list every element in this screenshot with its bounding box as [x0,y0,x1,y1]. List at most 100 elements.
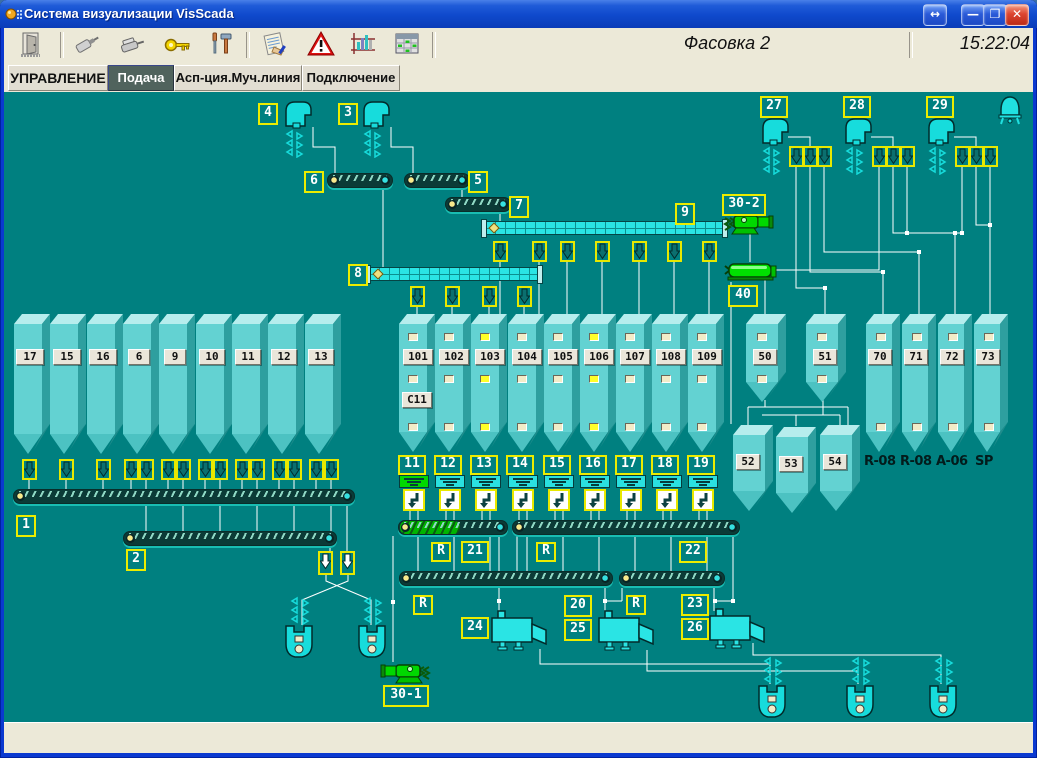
belt-conveyor[interactable] [13,489,355,504]
feeder-indicator[interactable] [544,475,574,488]
tag-label-R[interactable]: R [536,542,556,562]
slide-valve-arrow-icon[interactable] [560,241,575,262]
diverter-switch-icon[interactable] [584,489,606,511]
slide-valve-arrow-icon[interactable] [969,146,984,167]
slide-valve-arrow-icon[interactable] [272,459,287,480]
tag-label-1[interactable]: 1 [16,515,36,537]
slide-valve-arrow-icon[interactable] [96,459,111,480]
packing-machine[interactable] [490,608,550,654]
filter-unit[interactable] [761,117,791,176]
slide-valve-arrow-icon[interactable] [287,459,302,480]
diverter-switch-icon[interactable] [692,489,714,511]
tag-label-14[interactable]: 14 [506,455,534,475]
diverter-switch-icon[interactable] [512,489,534,511]
feeder-indicator[interactable] [688,475,718,488]
slide-valve-arrow-icon[interactable] [250,459,265,480]
tag-label-25[interactable]: 25 [564,619,592,641]
tag-label-30-1[interactable]: 30-1 [383,685,429,707]
slide-valve-arrow-icon[interactable] [789,146,804,167]
slide-valve-arrow-icon[interactable] [702,241,717,262]
filter-unit[interactable] [362,100,392,159]
tag-label-15[interactable]: 15 [543,455,571,475]
slide-valve-arrow-icon[interactable] [445,286,460,307]
belt-conveyor[interactable] [327,173,393,188]
diverter-switch-icon[interactable] [656,489,678,511]
belt-conveyor[interactable] [123,531,337,546]
feeder-indicator[interactable] [580,475,610,488]
feeder-indicator[interactable] [471,475,501,488]
tag-label-R[interactable]: R [626,595,646,615]
slide-valve-arrow-icon[interactable] [900,146,915,167]
belt-conveyor[interactable] [445,197,511,212]
cyclone-separator[interactable] [756,656,790,722]
tag-label-4[interactable]: 4 [258,103,278,125]
belt-conveyor[interactable] [619,571,725,586]
feeder-indicator[interactable] [616,475,646,488]
slide-valve-arrow-icon[interactable] [124,459,139,480]
tag-label-18[interactable]: 18 [651,455,679,475]
tag-label-28[interactable]: 28 [843,96,871,118]
belt-conveyor[interactable] [404,173,470,188]
slide-valve-arrow-icon[interactable] [817,146,832,167]
diverter-switch-icon[interactable] [620,489,642,511]
slide-valve-arrow-icon[interactable] [410,286,425,307]
filter-unit[interactable] [284,100,314,159]
diverter-switch-icon[interactable] [475,489,497,511]
slide-valve-arrow-icon[interactable] [22,459,37,480]
slide-valve-arrow-icon[interactable] [493,241,508,262]
feeder-indicator[interactable] [435,475,465,488]
slide-valve-arrow-icon[interactable] [632,241,647,262]
tag-label-27[interactable]: 27 [760,96,788,118]
tag-label-26[interactable]: 26 [681,618,709,640]
slide-valve-arrow-icon[interactable] [213,459,228,480]
cyclone-separator[interactable] [283,596,317,662]
tag-label-11[interactable]: 11 [398,455,426,475]
packing-machine[interactable] [708,606,768,652]
slide-valve-arrow-icon[interactable] [517,286,532,307]
slide-valve-arrow-icon[interactable] [667,241,682,262]
slide-valve-arrow-icon[interactable] [235,459,250,480]
tag-label-12[interactable]: 12 [434,455,462,475]
filter-unit[interactable] [844,117,874,176]
filter-unit[interactable] [927,117,957,176]
tag-label-3[interactable]: 3 [338,103,358,125]
tag-label-23[interactable]: 23 [681,594,709,616]
slide-valve-arrow-icon[interactable] [309,459,324,480]
slide-valve-arrow-icon[interactable] [176,459,191,480]
diverter-switch-icon[interactable] [439,489,461,511]
feeder-indicator[interactable] [508,475,538,488]
tag-label-7[interactable]: 7 [509,196,529,218]
slide-valve-arrow-icon[interactable] [886,146,901,167]
slide-valve-arrow-icon[interactable] [139,459,154,480]
slide-valve-arrow-icon[interactable] [803,146,818,167]
slide-valve-arrow-icon[interactable] [198,459,213,480]
tag-label-8[interactable]: 8 [348,264,368,286]
slide-valve-arrow-icon[interactable] [482,286,497,307]
tag-label-29[interactable]: 29 [926,96,954,118]
belt-conveyor[interactable] [512,520,740,535]
tag-label-22[interactable]: 22 [679,541,707,563]
feeder-indicator[interactable] [652,475,682,488]
tag-label-21[interactable]: 21 [461,541,489,563]
slide-valve-arrow-icon[interactable] [161,459,176,480]
slide-valve-arrow-icon[interactable] [955,146,970,167]
slide-valve-arrow-icon[interactable] [983,146,998,167]
tag-label-16[interactable]: 16 [579,455,607,475]
screw-conveyor[interactable] [365,265,543,284]
screw-feeder-device[interactable] [723,260,779,288]
tag-label-13[interactable]: 13 [470,455,498,475]
tag-label-6[interactable]: 6 [304,171,324,193]
slide-valve-arrow-icon[interactable] [532,241,547,262]
tag-label-19[interactable]: 19 [687,455,715,475]
belt-conveyor[interactable] [398,520,508,535]
slide-valve-arrow-icon[interactable] [595,241,610,262]
cyclone-separator[interactable] [927,656,961,722]
tag-label-R[interactable]: R [413,595,433,615]
vertical-gate-valve-icon[interactable] [340,551,355,575]
tag-label-20[interactable]: 20 [564,595,592,617]
belt-conveyor[interactable] [399,571,613,586]
vertical-gate-valve-icon[interactable] [318,551,333,575]
cyclone-separator[interactable] [356,596,390,662]
tag-label-30-2[interactable]: 30-2 [722,194,766,216]
diverter-switch-icon[interactable] [548,489,570,511]
